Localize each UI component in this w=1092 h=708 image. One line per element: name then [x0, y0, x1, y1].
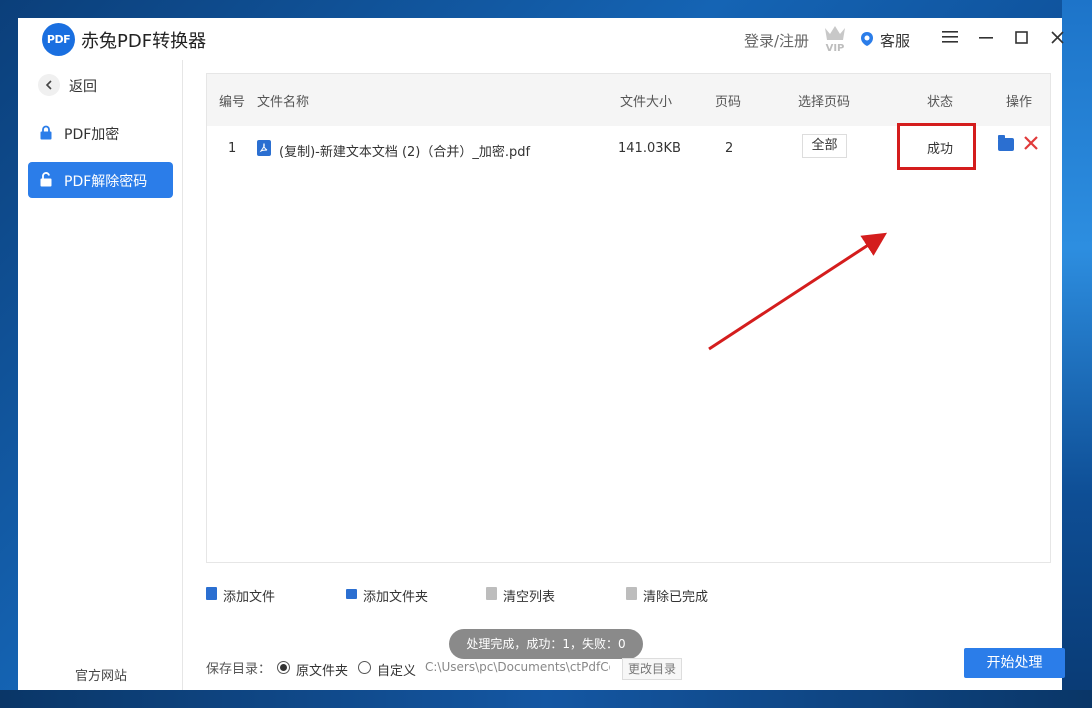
- sidebar: 返回 PDF加密 PDF解除密码 官方网站: [18, 60, 183, 690]
- column-header-index: 编号: [219, 95, 246, 110]
- add-folder-label: 添加文件夹: [363, 590, 429, 605]
- vip-crown-icon[interactable]: VIP: [822, 24, 848, 54]
- row-pages: 2: [725, 141, 734, 156]
- annotation-arrow: [708, 232, 888, 351]
- save-path: C:\Users\pc\Documents\ctPdfCo: [425, 660, 610, 674]
- folder-icon: [346, 589, 357, 599]
- official-website-link[interactable]: 官方网站: [75, 665, 127, 684]
- title-bar: PDF 赤兔PDF转换器 登录/注册 VIP 客服: [18, 18, 1064, 60]
- radio-original-label: 原文件夹: [296, 664, 349, 679]
- service-bubble-icon[interactable]: [860, 31, 874, 47]
- row-index: 1: [228, 141, 237, 156]
- unlock-icon: [40, 172, 52, 187]
- login-register-link[interactable]: 登录/注册: [744, 30, 809, 51]
- back-label: 返回: [69, 79, 97, 95]
- save-dir-label: 保存目录：: [206, 662, 272, 677]
- row-filename: (复制)-新建文本文档 (2)（合并）_加密.pdf: [279, 145, 531, 160]
- radio-original-folder[interactable]: [277, 661, 290, 674]
- close-icon[interactable]: [1046, 28, 1068, 50]
- app-title: 赤兔PDF转换器: [81, 31, 207, 52]
- column-header-size: 文件大小: [620, 95, 673, 110]
- hamburger-icon[interactable]: [939, 28, 961, 50]
- column-header-pages: 页码: [715, 95, 742, 110]
- column-header-status: 状态: [927, 95, 954, 110]
- desktop-background-bottom: [0, 690, 1092, 708]
- maximize-icon[interactable]: [1010, 28, 1032, 50]
- lock-icon: [40, 125, 52, 140]
- sidebar-item-pdf-decrypt[interactable]: PDF解除密码: [28, 162, 173, 198]
- radio-custom[interactable]: [358, 661, 371, 674]
- clear-list-label: 清空列表: [503, 590, 556, 605]
- pdf-file-icon: [257, 140, 271, 156]
- status-toast: 处理完成，成功：1，失败：0: [449, 629, 643, 659]
- delete-icon[interactable]: [1024, 132, 1038, 154]
- table-header: 编号 文件名称 文件大小 页码 选择页码 状态 操作: [207, 74, 1050, 126]
- sidebar-item-label: PDF加密: [64, 127, 120, 143]
- page-select-button[interactable]: 全部: [802, 134, 847, 158]
- column-header-filename: 文件名称: [257, 95, 310, 110]
- file-table: 编号 文件名称 文件大小 页码 选择页码 状态 操作 1 (复制)-新建文本文档…: [206, 73, 1051, 563]
- radio-custom-label: 自定义: [377, 664, 417, 679]
- sidebar-item-label: PDF解除密码: [64, 174, 148, 190]
- column-header-actions: 操作: [1006, 95, 1033, 110]
- vip-badge-text: VIP: [826, 43, 845, 54]
- broom-icon: [626, 587, 637, 600]
- column-header-page-select: 选择页码: [798, 95, 851, 110]
- change-dir-button[interactable]: 更改目录: [622, 658, 682, 680]
- broom-icon: [486, 587, 497, 600]
- sidebar-item-pdf-encrypt[interactable]: PDF加密: [28, 115, 173, 151]
- row-size: 141.03KB: [618, 141, 681, 156]
- open-folder-icon[interactable]: [998, 135, 1014, 151]
- app-window: PDF 赤兔PDF转换器 登录/注册 VIP 客服 返回 PDF加密 PDF解除…: [18, 18, 1065, 690]
- clear-done-label: 清除已完成: [643, 590, 709, 605]
- chevron-left-icon: [38, 74, 60, 96]
- app-logo: PDF: [42, 23, 75, 56]
- desktop-background-right: [1062, 0, 1092, 708]
- clipboard-icon: [206, 587, 217, 600]
- minimize-icon[interactable]: [975, 28, 997, 50]
- add-file-label: 添加文件: [223, 590, 276, 605]
- customer-service-link[interactable]: 客服: [880, 30, 910, 51]
- start-process-button[interactable]: 开始处理: [964, 648, 1065, 678]
- row-status: 成功: [927, 142, 954, 157]
